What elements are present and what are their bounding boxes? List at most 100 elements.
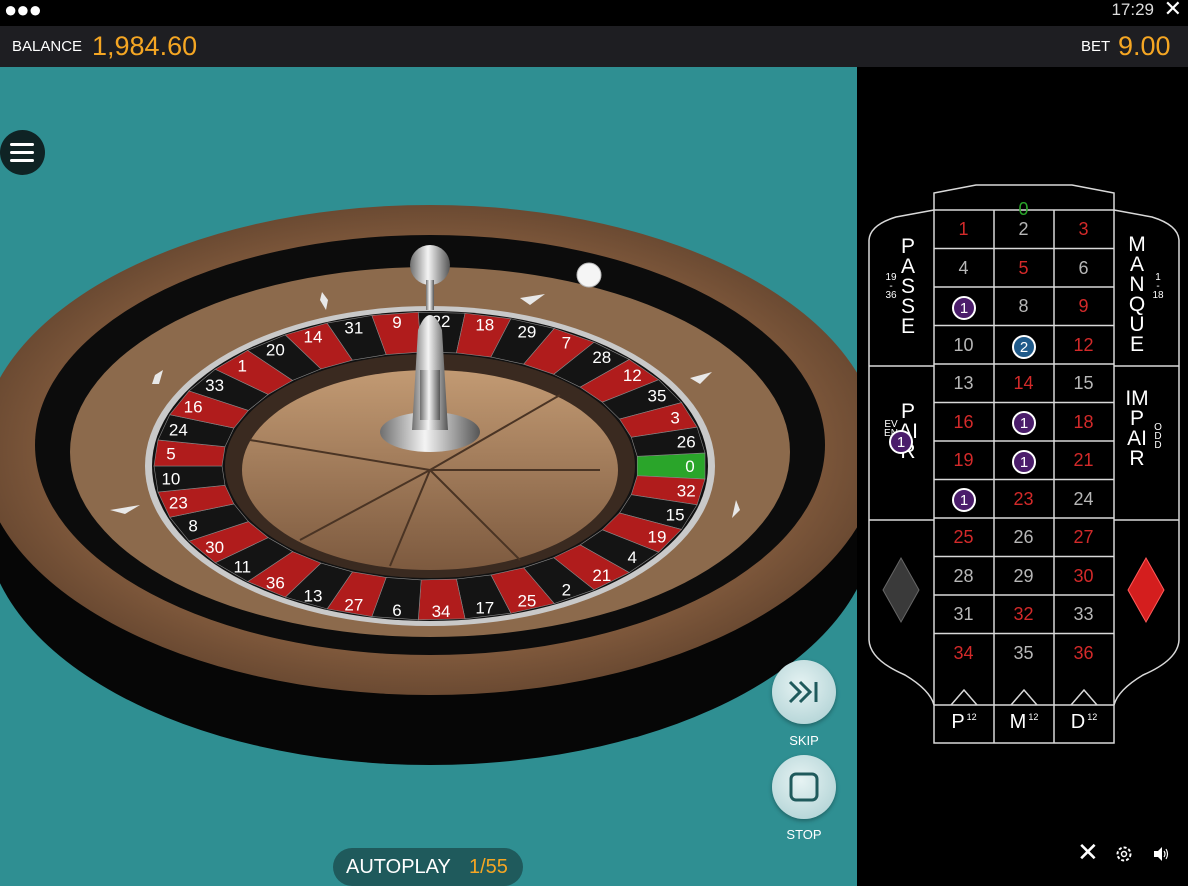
number-cell-4[interactable]: 4 [934, 249, 993, 287]
number-cell-13[interactable]: 13 [934, 364, 993, 402]
wheel-number: 3 [670, 409, 679, 428]
number-cell-34[interactable]: 34 [934, 634, 993, 672]
wheel-number: 2 [562, 580, 571, 599]
wheel-number: 28 [592, 348, 611, 367]
number-cell-16[interactable]: 16 [934, 403, 993, 441]
chip[interactable]: 1 [889, 430, 913, 454]
chip[interactable]: 1 [952, 488, 976, 512]
stop-button[interactable] [772, 755, 836, 819]
close-icon[interactable]: ✕ [1164, 0, 1182, 20]
skip-icon [788, 680, 818, 704]
wheel-number: 13 [303, 586, 322, 605]
wheel-number: 12 [623, 366, 642, 385]
wheel-number: 17 [475, 599, 494, 618]
roulette-scene: 0 32 15 19 4 21 2 25 17 34 6 27 13 36 11 30 8 23 10 5 24 16 33… [0, 67, 857, 886]
manque-label: MANQUE [1128, 233, 1146, 356]
wheel-number: 6 [392, 601, 401, 620]
dozen-p[interactable]: P 12 [934, 711, 994, 734]
wheel-number: 16 [184, 397, 203, 416]
wheel-number: 34 [432, 602, 451, 621]
number-cell-29[interactable]: 29 [994, 557, 1053, 595]
wheel-number: 31 [344, 318, 363, 337]
number-cell-6[interactable]: 6 [1054, 249, 1113, 287]
number-cell-9[interactable]: 9 [1054, 287, 1113, 325]
sound-icon[interactable] [1152, 846, 1170, 862]
number-cell-12[interactable]: 12 [1054, 326, 1113, 364]
number-cell-33[interactable]: 33 [1054, 595, 1113, 633]
passe-label: PASSE [900, 235, 915, 338]
balance-value: 1,984.60 [92, 31, 198, 61]
wheel-number: 36 [266, 574, 285, 593]
number-cell-14[interactable]: 14 [994, 364, 1053, 402]
wheel-number: 23 [169, 494, 188, 513]
chip[interactable]: 1 [1012, 411, 1036, 435]
wheel-number: 29 [517, 322, 536, 341]
number-cell-36[interactable]: 36 [1054, 634, 1113, 672]
black-bet[interactable] [879, 553, 925, 625]
close-table-icon[interactable]: ✕ [1077, 839, 1099, 865]
wheel-number: 35 [648, 386, 667, 405]
top-bar: ●●● 17:29 ✕ [0, 0, 1188, 26]
wheel-number: 8 [188, 517, 197, 536]
number-cell-31[interactable]: 31 [934, 595, 993, 633]
chip[interactable]: 1 [1012, 450, 1036, 474]
number-cell-3[interactable]: 3 [1054, 210, 1113, 248]
number-cell-27[interactable]: 27 [1054, 518, 1113, 556]
bet-label: BET [1081, 38, 1111, 55]
betting-panel: 0 12345678910111213141516171819202122232… [857, 67, 1188, 886]
number-cell-1[interactable]: 1 [934, 210, 993, 248]
number-cell-8[interactable]: 8 [994, 287, 1053, 325]
more-icon[interactable]: ●●● [4, 0, 42, 21]
number-cell-24[interactable]: 24 [1054, 480, 1113, 518]
number-cell-10[interactable]: 10 [934, 326, 993, 364]
wheel-number: 25 [517, 592, 536, 611]
wheel-number: 18 [475, 315, 494, 334]
wheel-number: 10 [161, 469, 180, 488]
wheel-number: 9 [392, 313, 401, 332]
number-cell-23[interactable]: 23 [994, 480, 1053, 518]
number-cell-18[interactable]: 18 [1054, 403, 1113, 441]
wheel-number: 32 [677, 482, 696, 501]
stop-icon [789, 772, 819, 802]
red-bet[interactable] [1124, 553, 1170, 625]
number-cell-2[interactable]: 2 [994, 210, 1053, 248]
wheel-pocket-0 [636, 452, 706, 480]
number-cell-25[interactable]: 25 [934, 518, 993, 556]
clock: 17:29 [1111, 0, 1154, 19]
number-cell-5[interactable]: 5 [994, 249, 1053, 287]
wheel-number: 15 [666, 505, 685, 524]
wheel-number: 30 [205, 538, 224, 557]
number-cell-30[interactable]: 30 [1054, 557, 1113, 595]
settings-icon[interactable] [1114, 844, 1134, 864]
autoplay-label: AUTOPLAY [346, 856, 451, 878]
number-cell-19[interactable]: 19 [934, 441, 993, 479]
passe-range: 19-36 [885, 272, 897, 301]
stop-label: STOP [786, 827, 822, 842]
wheel-number: 27 [344, 596, 363, 615]
wheel-number: 7 [562, 334, 571, 353]
number-cell-35[interactable]: 35 [994, 634, 1053, 672]
manque-range: 1-18 [1152, 272, 1164, 301]
chip[interactable]: 1 [952, 296, 976, 320]
number-cell-15[interactable]: 15 [1054, 364, 1113, 402]
autoplay-count: 1/55 [469, 856, 508, 878]
dozen-d[interactable]: D 12 [1054, 711, 1114, 734]
chip[interactable]: 2 [1012, 335, 1036, 359]
number-cell-32[interactable]: 32 [994, 595, 1053, 633]
impair-label: IMPAIR [1125, 387, 1149, 470]
bet-value: 9.00 [1118, 31, 1171, 61]
menu-button[interactable] [0, 130, 45, 175]
number-cell-28[interactable]: 28 [934, 557, 993, 595]
number-cell-21[interactable]: 21 [1054, 441, 1113, 479]
wheel-number: 21 [592, 566, 611, 585]
number-cell-26[interactable]: 26 [994, 518, 1053, 556]
wheel-number: 5 [166, 445, 175, 464]
roulette-wheel: 0321519421225173462713361130823105241633… [0, 205, 857, 765]
wheel-number: 4 [628, 548, 637, 567]
impair-odd-label: ODD [1154, 422, 1162, 451]
balance-label: BALANCE [12, 38, 83, 55]
skip-button[interactable] [772, 660, 836, 724]
dozen-m[interactable]: M 12 [994, 711, 1054, 734]
wheel-number: 19 [648, 528, 667, 547]
status-bar: BALANCE 1,984.60 BET 9.00 [0, 26, 1188, 67]
